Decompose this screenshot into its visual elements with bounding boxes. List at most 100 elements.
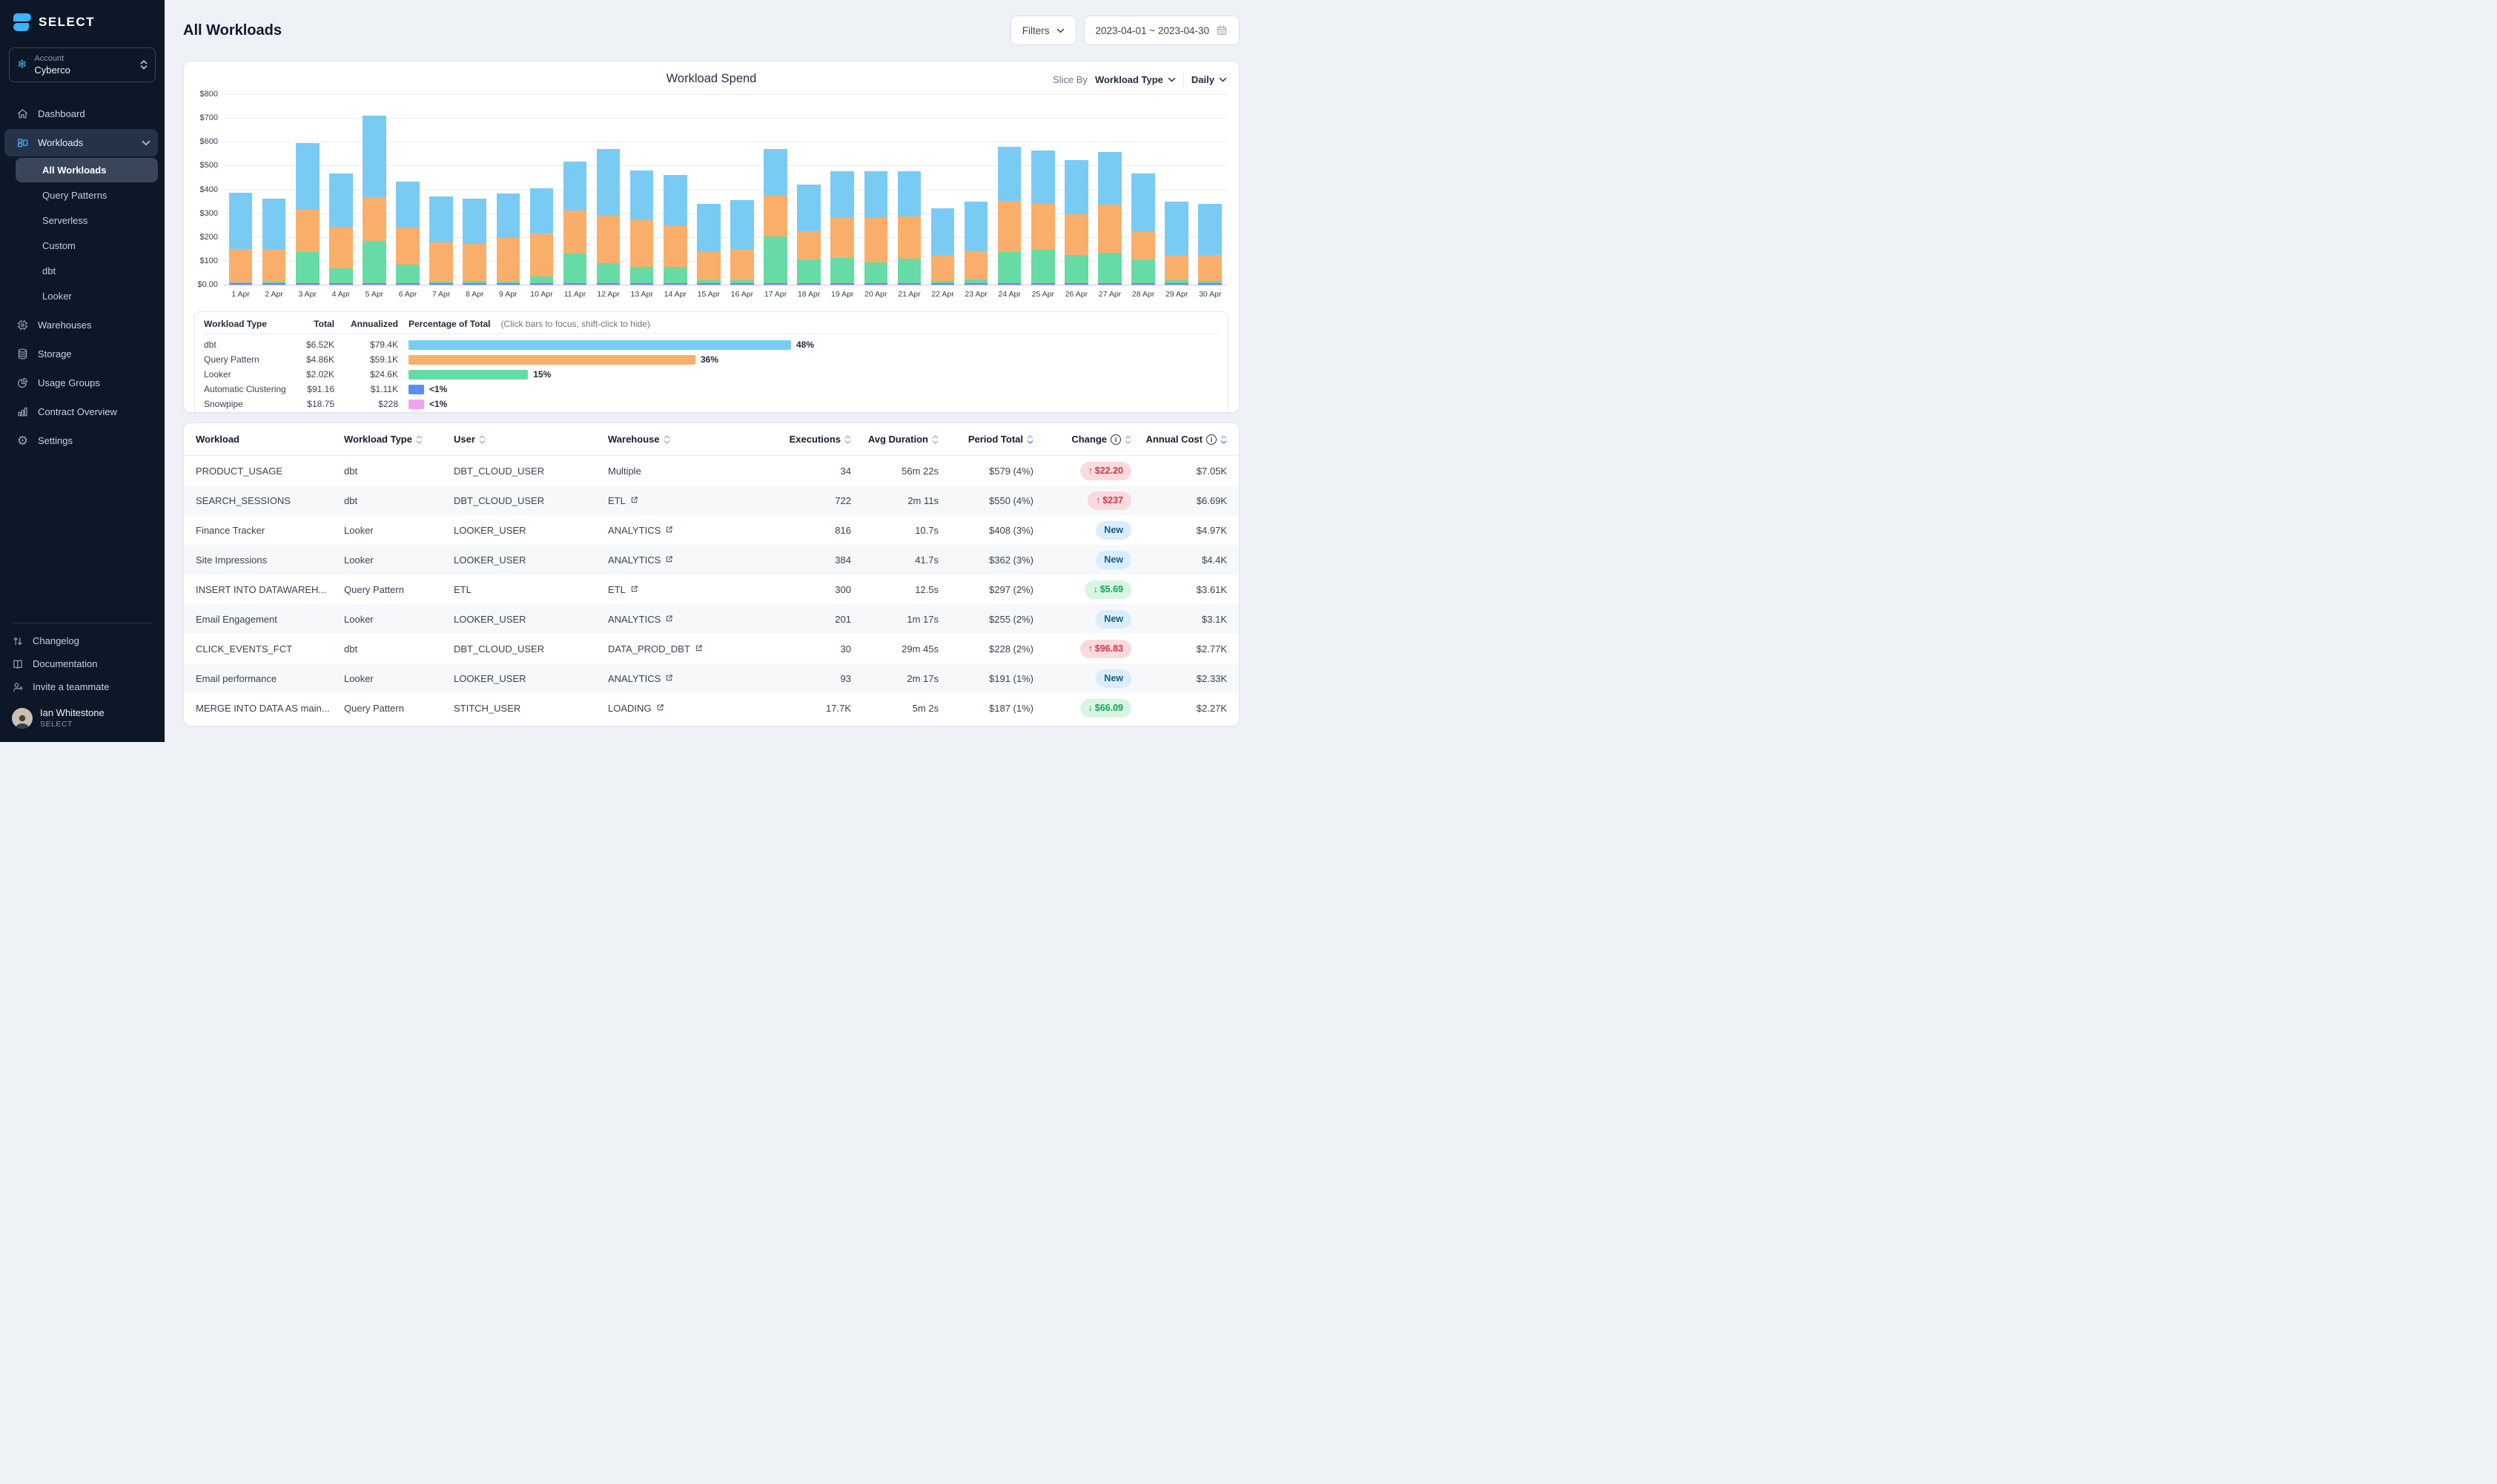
bar-segment-query-pattern[interactable] <box>1098 204 1122 253</box>
bar-segment-query-pattern[interactable] <box>1165 255 1188 281</box>
bar-segment-looker[interactable] <box>897 259 922 284</box>
bar-segment-query-pattern[interactable] <box>797 231 821 260</box>
bar-segment-looker[interactable] <box>1065 255 1088 284</box>
account-selector[interactable]: ❄ Account Cyberco <box>9 47 156 82</box>
sidebar-subitem-query-patterns[interactable]: Query Patterns <box>16 183 158 208</box>
bar-segment-dbt[interactable] <box>964 202 988 251</box>
bar-group-1-apr[interactable] <box>224 94 257 285</box>
bar-segment-dbt[interactable] <box>697 204 721 253</box>
bar-segment-dbt[interactable] <box>864 171 888 218</box>
info-icon[interactable]: i <box>1111 434 1121 445</box>
external-link-icon[interactable] <box>695 643 703 655</box>
bar-segment-dbt[interactable] <box>429 196 453 242</box>
bar-segment-dbt[interactable] <box>997 146 1022 202</box>
bar-group-6-apr[interactable] <box>391 94 424 285</box>
table-row[interactable]: Email Engagement Looker LOOKER_USER ANALYTI… <box>184 604 1239 634</box>
bar-segment-looker[interactable] <box>864 262 888 284</box>
sort-icon[interactable] <box>479 434 486 444</box>
bar-group-3-apr[interactable] <box>291 94 324 285</box>
bar-group-18-apr[interactable] <box>793 94 826 285</box>
bar-group-20-apr[interactable] <box>859 94 893 285</box>
bar-segment-dbt[interactable] <box>930 208 955 256</box>
sidebar-item-dashboard[interactable]: Dashboard <box>4 100 158 127</box>
col-executions[interactable]: Executions <box>780 434 851 445</box>
bar-segment-dbt[interactable] <box>1165 202 1188 256</box>
bar-group-27-apr[interactable] <box>1093 94 1126 285</box>
external-link-icon[interactable] <box>630 495 638 506</box>
col-annual-cost[interactable]: Annual Cost i <box>1131 434 1227 445</box>
bar-group-9-apr[interactable] <box>492 94 525 285</box>
bar-segment-dbt[interactable] <box>629 170 654 221</box>
sidebar-item-usage-groups[interactable]: Usage Groups <box>4 369 158 397</box>
bar-segment-query-pattern[interactable] <box>964 251 988 280</box>
bar-segment-query-pattern[interactable] <box>697 252 721 281</box>
sort-icon[interactable] <box>664 434 670 444</box>
external-link-icon[interactable] <box>665 673 673 684</box>
bar-group-24-apr[interactable] <box>993 94 1026 285</box>
bar-segment-looker[interactable] <box>1031 249 1055 284</box>
bar-group-14-apr[interactable] <box>658 94 692 285</box>
table-row[interactable]: Finance Tracker Looker LOOKER_USER ANALYTIC… <box>184 515 1239 545</box>
bar-segment-looker[interactable] <box>596 262 621 284</box>
bar-segment-query-pattern[interactable] <box>830 217 855 259</box>
bar-segment-query-pattern[interactable] <box>295 209 320 253</box>
sidebar-item-settings[interactable]: ⚙ Settings <box>4 427 158 454</box>
bar-segment-query-pattern[interactable] <box>563 211 587 254</box>
legend-pct-bar[interactable] <box>409 384 424 394</box>
sort-icon[interactable] <box>1125 434 1131 444</box>
bar-segment-dbt[interactable] <box>1131 173 1155 232</box>
sidebar-subitem-all-workloads[interactable]: All Workloads <box>16 158 158 182</box>
bar-group-30-apr[interactable] <box>1194 94 1227 285</box>
bar-segment-dbt[interactable] <box>596 148 621 216</box>
external-link-icon[interactable] <box>656 703 664 714</box>
bar-segment-query-pattern[interactable] <box>262 249 286 282</box>
bar-segment-query-pattern[interactable] <box>496 238 520 282</box>
bar-segment-dbt[interactable] <box>897 171 922 217</box>
bar-group-7-apr[interactable] <box>425 94 458 285</box>
bar-group-19-apr[interactable] <box>826 94 859 285</box>
bar-segment-query-pattern[interactable] <box>363 196 386 242</box>
granularity-dropdown[interactable]: Daily <box>1191 74 1227 85</box>
table-row[interactable]: SEARCH_SESSIONS dbt DBT_CLOUD_USER ETL 722 2m… <box>184 486 1239 515</box>
external-link-icon[interactable] <box>665 525 673 536</box>
bar-segment-dbt[interactable] <box>363 116 386 197</box>
bar-segment-query-pattern[interactable] <box>1065 214 1088 256</box>
sidebar-item-workloads[interactable]: Workloads <box>4 129 158 156</box>
col-workload-type[interactable]: Workload Type <box>344 434 454 445</box>
sidebar-item-changelog[interactable]: Changelog <box>0 629 165 652</box>
bar-segment-dbt[interactable] <box>663 175 687 227</box>
bar-group-11-apr[interactable] <box>558 94 592 285</box>
bar-group-23-apr[interactable] <box>959 94 993 285</box>
bar-group-2-apr[interactable] <box>257 94 291 285</box>
col-user[interactable]: User <box>454 434 608 445</box>
bar-group-8-apr[interactable] <box>458 94 492 285</box>
bar-segment-dbt[interactable] <box>228 193 253 249</box>
bar-segment-query-pattern[interactable] <box>228 248 253 282</box>
bar-segment-looker[interactable] <box>764 236 787 284</box>
bar-group-22-apr[interactable] <box>926 94 959 285</box>
date-range-picker[interactable]: 2023-04-01 ~ 2023-04-30 <box>1083 16 1240 45</box>
bar-segment-looker[interactable] <box>663 266 687 284</box>
bar-segment-dbt[interactable] <box>1065 159 1088 215</box>
bar-segment-looker[interactable] <box>629 266 654 284</box>
bar-segment-query-pattern[interactable] <box>930 255 955 282</box>
bar-segment-query-pattern[interactable] <box>997 201 1022 253</box>
sidebar-subitem-serverless[interactable]: Serverless <box>16 208 158 233</box>
bar-segment-dbt[interactable] <box>1031 150 1055 205</box>
bar-segment-query-pattern[interactable] <box>1198 255 1223 281</box>
bar-segment-query-pattern[interactable] <box>463 244 486 282</box>
sidebar-item-storage[interactable]: Storage <box>4 340 158 368</box>
table-row[interactable]: PRODUCT_USAGE dbt DBT_CLOUD_USER Multiple 34… <box>184 456 1239 486</box>
col-avg-duration[interactable]: Avg Duration <box>851 434 939 445</box>
bar-segment-dbt[interactable] <box>1198 204 1223 256</box>
sort-icon[interactable] <box>416 434 423 444</box>
bar-segment-query-pattern[interactable] <box>897 216 922 259</box>
col-change[interactable]: Change i <box>1033 434 1131 445</box>
bar-segment-query-pattern[interactable] <box>629 220 654 267</box>
bar-group-21-apr[interactable] <box>893 94 926 285</box>
bar-segment-query-pattern[interactable] <box>429 242 453 282</box>
bar-segment-query-pattern[interactable] <box>864 217 888 262</box>
bar-segment-query-pattern[interactable] <box>663 226 687 267</box>
table-row[interactable]: MERGE INTO DATA AS main... Query Pattern S… <box>184 693 1239 723</box>
sidebar-item-invite-teammate[interactable]: Invite a teammate <box>0 675 165 698</box>
